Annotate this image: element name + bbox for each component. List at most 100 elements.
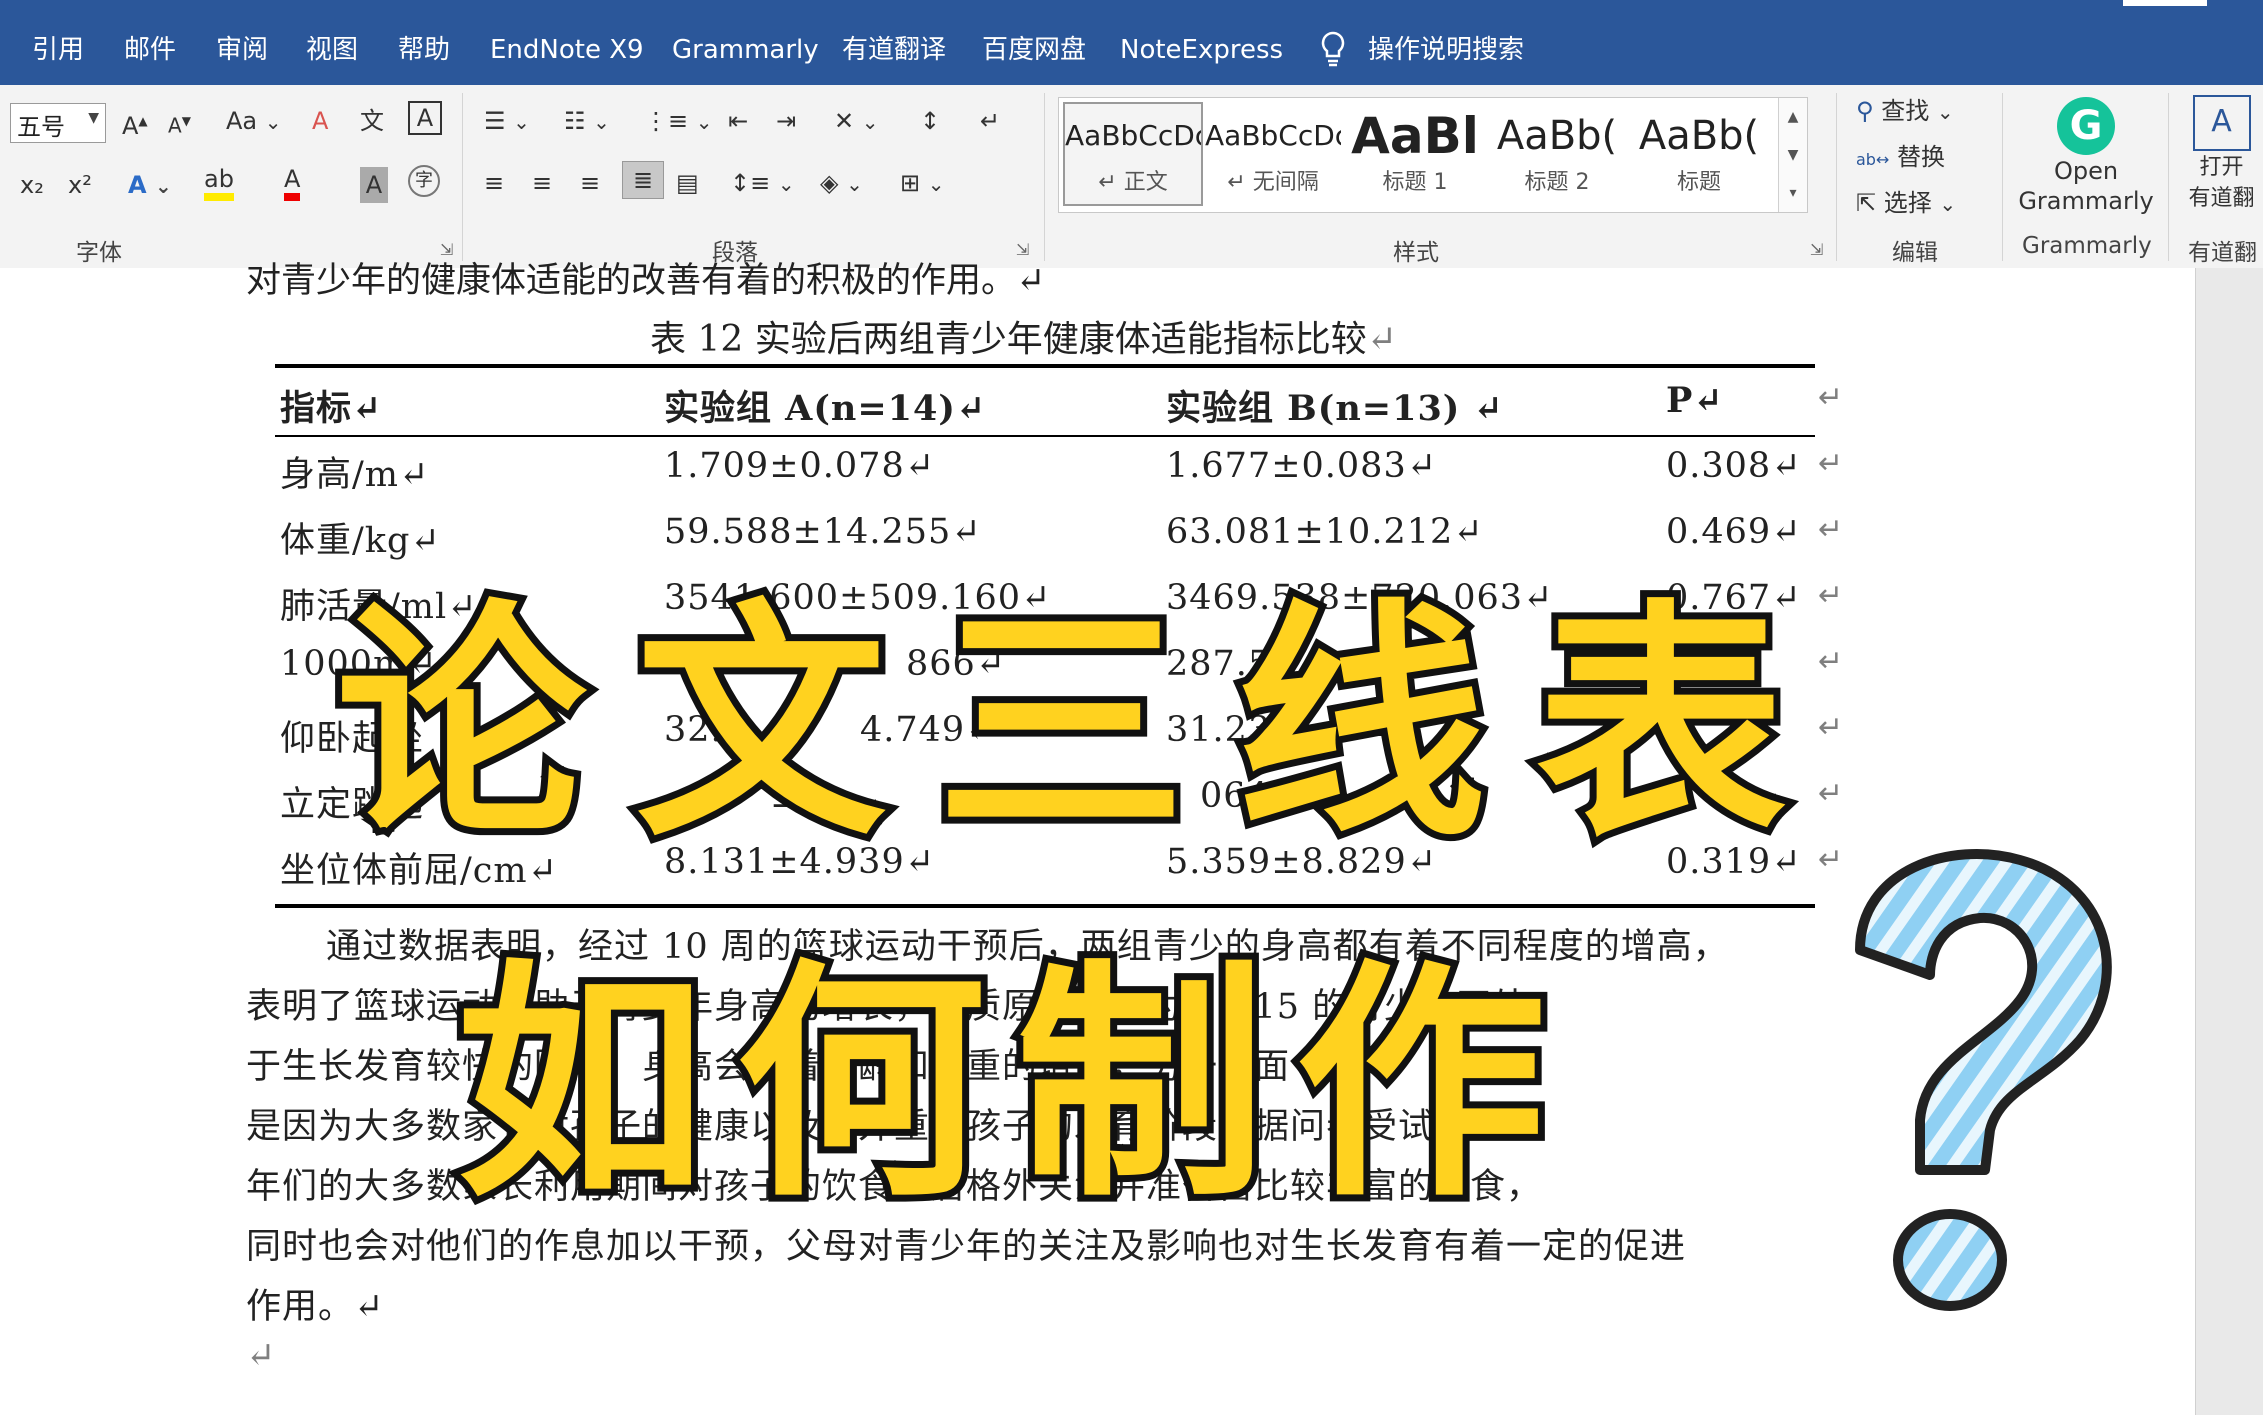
styles-dialog-launcher-icon[interactable]: ⇲	[1810, 240, 1823, 259]
open-grammarly-button[interactable]: G Open Grammarly	[2016, 93, 2156, 223]
replace-button[interactable]: ab↔ 替换	[1856, 139, 1945, 178]
font-size-value: 五号	[17, 113, 65, 141]
styles-group-label: 样式	[1393, 240, 1439, 266]
tab-help[interactable]: 帮助	[398, 30, 450, 70]
line-spacing-icon[interactable]: ↕≡ ⌄	[730, 165, 795, 202]
lightbulb-icon[interactable]	[1318, 30, 1348, 80]
group-divider	[1044, 93, 1045, 261]
body-text-line: 对青少年的健康体适能的改善有着的积极的作用。↵	[246, 261, 1046, 301]
chevron-up-icon[interactable]: ▲	[1779, 98, 1807, 136]
highlight-button[interactable]: ab	[204, 165, 234, 201]
table-cell: 1.677±0.083↵	[1166, 446, 1438, 486]
tab-baidu-netdisk[interactable]: 百度网盘	[982, 30, 1086, 70]
table-cell: 59.588±14.255↵	[664, 512, 982, 552]
style-title[interactable]: AaBb( 标题	[1631, 104, 1767, 204]
text-effects-button[interactable]: A ⌄	[128, 167, 172, 204]
align-left-icon[interactable]: ≡	[484, 165, 504, 201]
style-preview: AaBbCcDc	[1205, 119, 1341, 152]
table-header-cell: 实验组 B(n=13) ↵	[1166, 388, 1504, 429]
cursor-icon: ⇱	[1856, 189, 1877, 217]
align-center-icon[interactable]: ≡	[532, 165, 552, 201]
open-youdao-button[interactable]: A 打开 有道翻	[2180, 95, 2263, 225]
row-end-mark: ↵	[1818, 512, 1844, 547]
style-name: ↵ 无间隔	[1227, 170, 1319, 195]
borders-icon[interactable]: ⊞ ⌄	[900, 165, 945, 202]
align-right-icon[interactable]: ≡	[580, 165, 600, 201]
table-cell: 1.709±0.078↵	[664, 446, 936, 486]
styles-gallery: AaBbCcDc ↵ 正文 AaBbCcDc ↵ 无间隔 AaBl 标题 1 A…	[1058, 97, 1808, 213]
grammarly-logo-icon: G	[2057, 97, 2115, 155]
table-header-cell: 指标↵	[280, 388, 383, 429]
distributed-icon[interactable]: ▤	[676, 165, 699, 201]
tab-youdao[interactable]: 有道翻译	[842, 30, 946, 70]
style-preview: AaBb(	[1496, 113, 1618, 159]
search-icon: ⚲	[1856, 97, 1874, 125]
more-styles-icon[interactable]: ▾	[1779, 174, 1807, 212]
tell-me-search[interactable]: 操作说明搜索	[1368, 30, 1524, 70]
select-button[interactable]: ⇱ 选择 ⌄	[1856, 185, 1956, 222]
tab-references[interactable]: 引用	[32, 30, 84, 70]
group-divider	[2002, 93, 2003, 261]
phonetic-guide-button[interactable]: 文	[360, 103, 384, 139]
style-no-spacing[interactable]: AaBbCcDc ↵ 无间隔	[1205, 104, 1341, 204]
table-cell: 63.081±10.212↵	[1166, 512, 1484, 552]
youdao-line2: 有道翻	[2188, 186, 2255, 211]
sort-icon[interactable]: ↕	[920, 103, 940, 139]
increase-indent-icon[interactable]: ⇥	[776, 103, 796, 139]
justify-icon[interactable]: ≣	[622, 161, 664, 199]
style-preview: AaBbCcDc	[1065, 119, 1201, 152]
tab-endnote[interactable]: EndNote X9	[490, 30, 644, 70]
font-color-button[interactable]: A	[284, 165, 301, 201]
empty-paragraph: ↵	[246, 1336, 277, 1376]
decrease-indent-icon[interactable]: ⇤	[728, 103, 748, 139]
multilevel-list-icon[interactable]: ⋮≡ ⌄	[644, 103, 713, 140]
chinese-layout-icon[interactable]: ✕ ⌄	[834, 103, 879, 140]
enclose-characters-button[interactable]: 字	[408, 165, 440, 197]
paragraph-line: 作用。↵	[246, 1287, 385, 1327]
style-heading-1[interactable]: AaBl 标题 1	[1347, 104, 1483, 204]
character-shading-button[interactable]: A	[360, 167, 388, 203]
open-grammarly-line2: Grammarly	[2018, 187, 2154, 215]
chevron-down-icon[interactable]: ▼	[1779, 136, 1807, 174]
tab-noteexpress[interactable]: NoteExpress	[1120, 30, 1283, 70]
ribbon: 五号 ▼ A▲ A▼ Aa ⌄ A 文 A x₂ x² A ⌄ ab A A 字…	[0, 85, 2263, 269]
overlay-title-line1: 论文三线表	[329, 579, 1836, 870]
youdao-group-label: 有道翻	[2188, 240, 2257, 266]
superscript-button[interactable]: x²	[68, 167, 92, 203]
question-mark-icon	[1855, 849, 2112, 1311]
grammarly-group-label: Grammarly	[2022, 233, 2152, 259]
tab-review[interactable]: 审阅	[216, 30, 268, 70]
font-group-label: 字体	[76, 240, 122, 266]
style-preview: AaBb(	[1638, 113, 1760, 159]
table-header-cell: 实验组 A(n=14)↵	[664, 388, 987, 429]
table-top-rule	[275, 364, 1815, 368]
paragraph-tools: ☰ ⌄ ☷ ⌄ ⋮≡ ⌄ ⇤ ⇥ ✕ ⌄ ↕ ↵ ≡ ≡ ≡ ≣ ▤ ↕≡ ⌄ …	[480, 103, 1020, 223]
bullets-icon[interactable]: ☰ ⌄	[484, 103, 530, 140]
youdao-line1: 打开	[2199, 155, 2244, 180]
numbering-icon[interactable]: ☷ ⌄	[564, 103, 610, 140]
change-case-button[interactable]: Aa ⌄	[226, 103, 282, 140]
style-normal[interactable]: AaBbCcDc ↵ 正文	[1063, 102, 1203, 206]
shading-bucket-icon[interactable]: ◈ ⌄	[820, 165, 863, 202]
style-heading-2[interactable]: AaBb( 标题 2	[1489, 104, 1625, 204]
table-header-cell: P↵	[1666, 380, 1724, 421]
tab-grammarly[interactable]: Grammarly	[672, 30, 819, 70]
show-marks-icon[interactable]: ↵	[980, 103, 1000, 139]
row-end-mark: ↵	[1818, 380, 1844, 415]
shrink-font-button[interactable]: A▼	[168, 103, 191, 144]
clear-formatting-button[interactable]: A	[312, 103, 328, 139]
table-cell: 0.469↵	[1666, 512, 1802, 552]
subscript-button[interactable]: x₂	[20, 167, 44, 203]
grow-font-button[interactable]: A▲	[122, 103, 148, 144]
vertical-scrollbar[interactable]	[2195, 268, 2263, 1415]
font-size-dropdown[interactable]: 五号 ▼	[10, 103, 106, 143]
style-name: 标题 1	[1382, 170, 1448, 195]
find-button[interactable]: ⚲ 查找 ⌄	[1856, 93, 1954, 130]
gallery-scroll[interactable]: ▲ ▼ ▾	[1778, 98, 1807, 212]
table-bottom-rule	[275, 904, 1815, 908]
character-border-button[interactable]: A	[408, 101, 442, 135]
table-mid-rule	[275, 435, 1815, 437]
tab-view[interactable]: 视图	[306, 30, 358, 70]
tab-mailings[interactable]: 邮件	[124, 30, 176, 70]
style-preview: AaBl	[1351, 107, 1479, 164]
